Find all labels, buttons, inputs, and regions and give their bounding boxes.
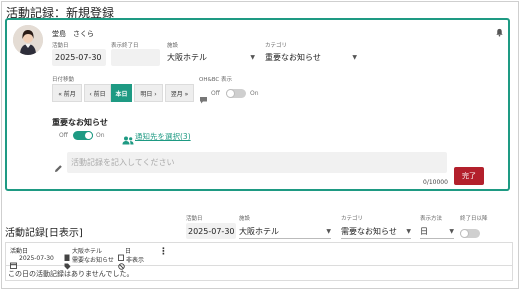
- activity-date-input[interactable]: 2025-07-30: [52, 49, 106, 66]
- chevron-down-icon: ▼: [250, 53, 255, 61]
- ohbc-toggle[interactable]: [226, 89, 246, 98]
- category-select[interactable]: 重要なお知らせ ▼: [265, 50, 357, 64]
- chevron-down-icon: ▼: [326, 228, 331, 235]
- daily-section-title: 活動記録[日表示]: [5, 228, 83, 239]
- important-on-label: On: [96, 132, 105, 139]
- facility-label: 施設: [167, 43, 179, 49]
- chat-icon: [199, 89, 208, 104]
- prev-day-button[interactable]: ‹ 前日: [84, 84, 111, 102]
- chevron-down-icon: ▼: [449, 228, 454, 235]
- info-facility-value: 大阪ホテル: [72, 248, 103, 255]
- date-move-label: 日付移動: [52, 77, 75, 83]
- complete-button[interactable]: 完了: [454, 167, 484, 185]
- memo-textarea[interactable]: 活動記録を記入してください: [67, 152, 447, 173]
- daily-display-value: 日: [420, 227, 428, 236]
- daily-category-value: 需要なお知らせ: [341, 227, 397, 236]
- notify-target-link[interactable]: 通知先を選択(3): [135, 131, 191, 142]
- avatar: [13, 25, 43, 55]
- daily-ended-toggle[interactable]: [460, 229, 480, 238]
- important-toggle-knob: [84, 131, 93, 140]
- category-value: 重要なお知らせ: [265, 52, 321, 62]
- bell-icon[interactable]: [495, 22, 504, 37]
- facility-value: 大阪ホテル: [167, 52, 207, 62]
- end-date-label: 表示終了日: [111, 43, 139, 49]
- daily-display-select[interactable]: 日 ▼: [420, 225, 454, 239]
- ohbc-off-label: Off: [211, 90, 220, 97]
- users-icon: [122, 130, 134, 145]
- chevron-down-icon: ▼: [352, 53, 357, 61]
- prev-month-button[interactable]: « 前月: [52, 84, 82, 102]
- today-button[interactable]: 本日: [111, 84, 132, 102]
- next-day-button[interactable]: 明日 ›: [134, 84, 163, 102]
- eye-slash-icon: [118, 255, 125, 270]
- ohbc-on-label: On: [250, 90, 259, 97]
- daily-facility-select[interactable]: 大阪ホテル ▼: [239, 225, 331, 239]
- facility-select[interactable]: 大阪ホテル ▼: [167, 50, 255, 64]
- daily-ended-toggle-knob: [460, 229, 469, 238]
- calendar-icon: [10, 254, 17, 269]
- activity-date-label: 活動日: [52, 43, 69, 49]
- user-name: 堂島 さくら: [52, 30, 94, 38]
- char-count: 0/10000: [423, 179, 448, 186]
- pencil-icon: [54, 158, 63, 172]
- daily-date-label: 活動日: [186, 216, 203, 222]
- info-hidden-label: 非表示: [126, 257, 145, 264]
- tag-icon: [64, 255, 71, 270]
- ohbc-label: OH&BC 表示: [199, 77, 233, 83]
- daily-display-label: 表示方法: [420, 216, 443, 222]
- important-title: 重要なお知らせ: [52, 118, 108, 127]
- daily-date-input[interactable]: 2025-07-30: [186, 223, 236, 239]
- daily-category-label: カテゴリ: [341, 216, 364, 222]
- ohbc-toggle-knob: [226, 89, 235, 98]
- building-icon: [64, 246, 70, 261]
- next-month-button[interactable]: 翌月 »: [165, 84, 194, 102]
- important-toggle[interactable]: [73, 131, 93, 140]
- calendar-icon: [118, 246, 124, 261]
- category-label: カテゴリ: [265, 43, 288, 49]
- entry-card: 堂島 さくら 活動日 2025-07-30 表示終了日 施設 大阪ホテル ▼ カ…: [5, 18, 510, 191]
- important-off-label: Off: [59, 132, 68, 139]
- daily-category-select[interactable]: 需要なお知らせ ▼: [341, 225, 411, 239]
- chevron-down-icon: ▼: [406, 228, 411, 235]
- empty-message: この日の活動記録はありませんでした。: [8, 270, 134, 278]
- info-day-label: 日: [125, 248, 132, 255]
- end-date-input[interactable]: [111, 49, 160, 66]
- daily-facility-label: 施設: [239, 216, 251, 222]
- daily-facility-value: 大阪ホテル: [239, 227, 279, 236]
- info-activity-value: 2025-07-30: [19, 255, 54, 262]
- daily-ended-label: 終了日以降: [460, 216, 488, 222]
- info-category-value: 需要なお知らせ: [72, 257, 114, 264]
- more-icon[interactable]: ⋮: [159, 247, 168, 257]
